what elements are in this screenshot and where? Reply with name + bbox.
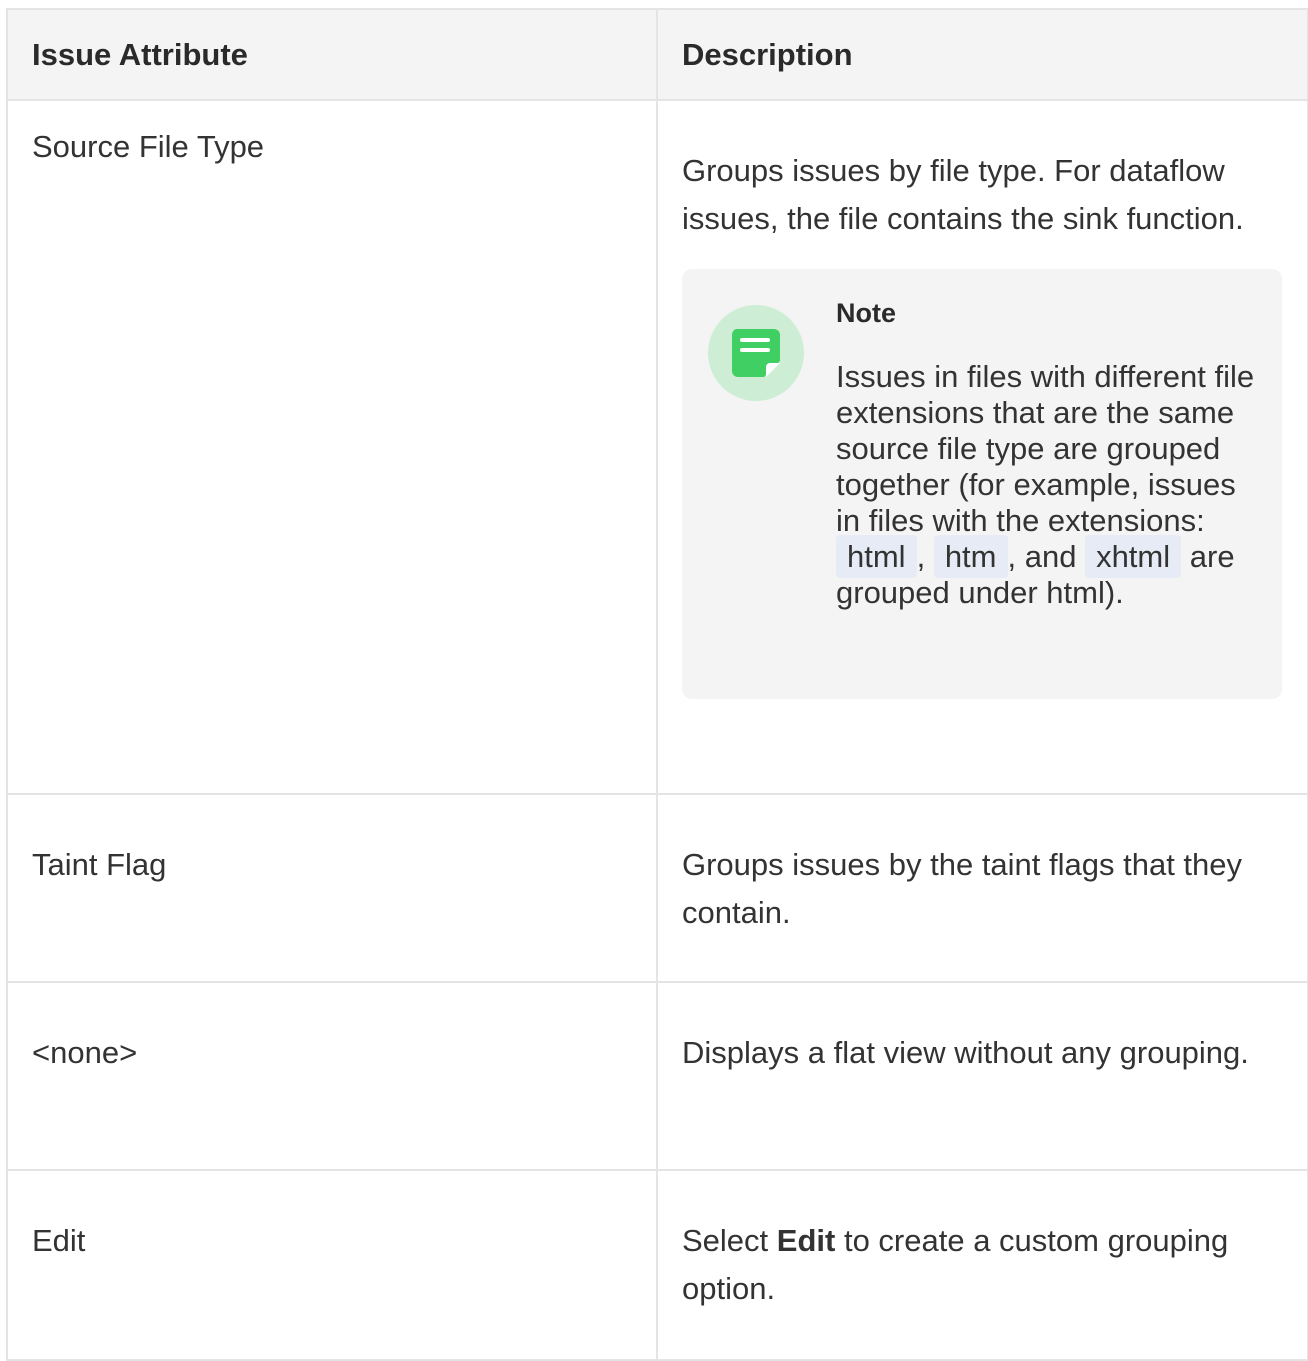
note-separator: , and bbox=[1007, 539, 1086, 574]
table-row: Taint Flag Groups issues by the taint fl… bbox=[6, 793, 1308, 983]
code-htm: htm bbox=[933, 535, 1008, 578]
description-text: Select bbox=[682, 1223, 777, 1258]
description-cell: Groups issues by file type. For dataflow… bbox=[656, 99, 1308, 795]
table-header-row: Issue Attribute Description bbox=[6, 8, 1308, 101]
code-xhtml: xhtml bbox=[1085, 535, 1182, 578]
note-title: Note bbox=[836, 298, 896, 328]
edit-emphasis: Edit bbox=[776, 1223, 836, 1258]
description-cell: Groups issues by the taint flags that th… bbox=[656, 793, 1308, 983]
table-row: <none> Displays a flat view without any … bbox=[6, 981, 1308, 1171]
attribute-cell: Taint Flag bbox=[6, 793, 658, 983]
description-cell: Displays a flat view without any groupin… bbox=[656, 981, 1308, 1171]
issue-attribute-table: Issue Attribute Description Source File … bbox=[6, 8, 1308, 1361]
table-row: Source File Type Groups issues by file t… bbox=[6, 99, 1308, 795]
note-body: Issues in files with different file exte… bbox=[836, 359, 1266, 611]
attribute-cell: Edit bbox=[6, 1169, 658, 1361]
table-row: Edit Select Edit to create a custom grou… bbox=[6, 1169, 1308, 1361]
note-separator: , bbox=[916, 539, 934, 574]
description-cell: Select Edit to create a custom grouping … bbox=[656, 1169, 1308, 1361]
header-description: Description bbox=[656, 8, 1308, 101]
header-issue-attribute: Issue Attribute bbox=[6, 8, 658, 101]
attribute-cell: Source File Type bbox=[6, 99, 658, 795]
note-icon bbox=[708, 305, 804, 401]
note-callout: Note Issues in files with different file… bbox=[682, 269, 1282, 699]
description-text: Groups issues by file type. For dataflow… bbox=[682, 153, 1244, 236]
note-icon-glyph bbox=[731, 329, 780, 377]
code-html: html bbox=[836, 535, 917, 578]
note-content: Note Issues in files with different file… bbox=[836, 295, 1266, 611]
attribute-cell: <none> bbox=[6, 981, 658, 1171]
note-text: Issues in files with different file exte… bbox=[836, 359, 1255, 538]
